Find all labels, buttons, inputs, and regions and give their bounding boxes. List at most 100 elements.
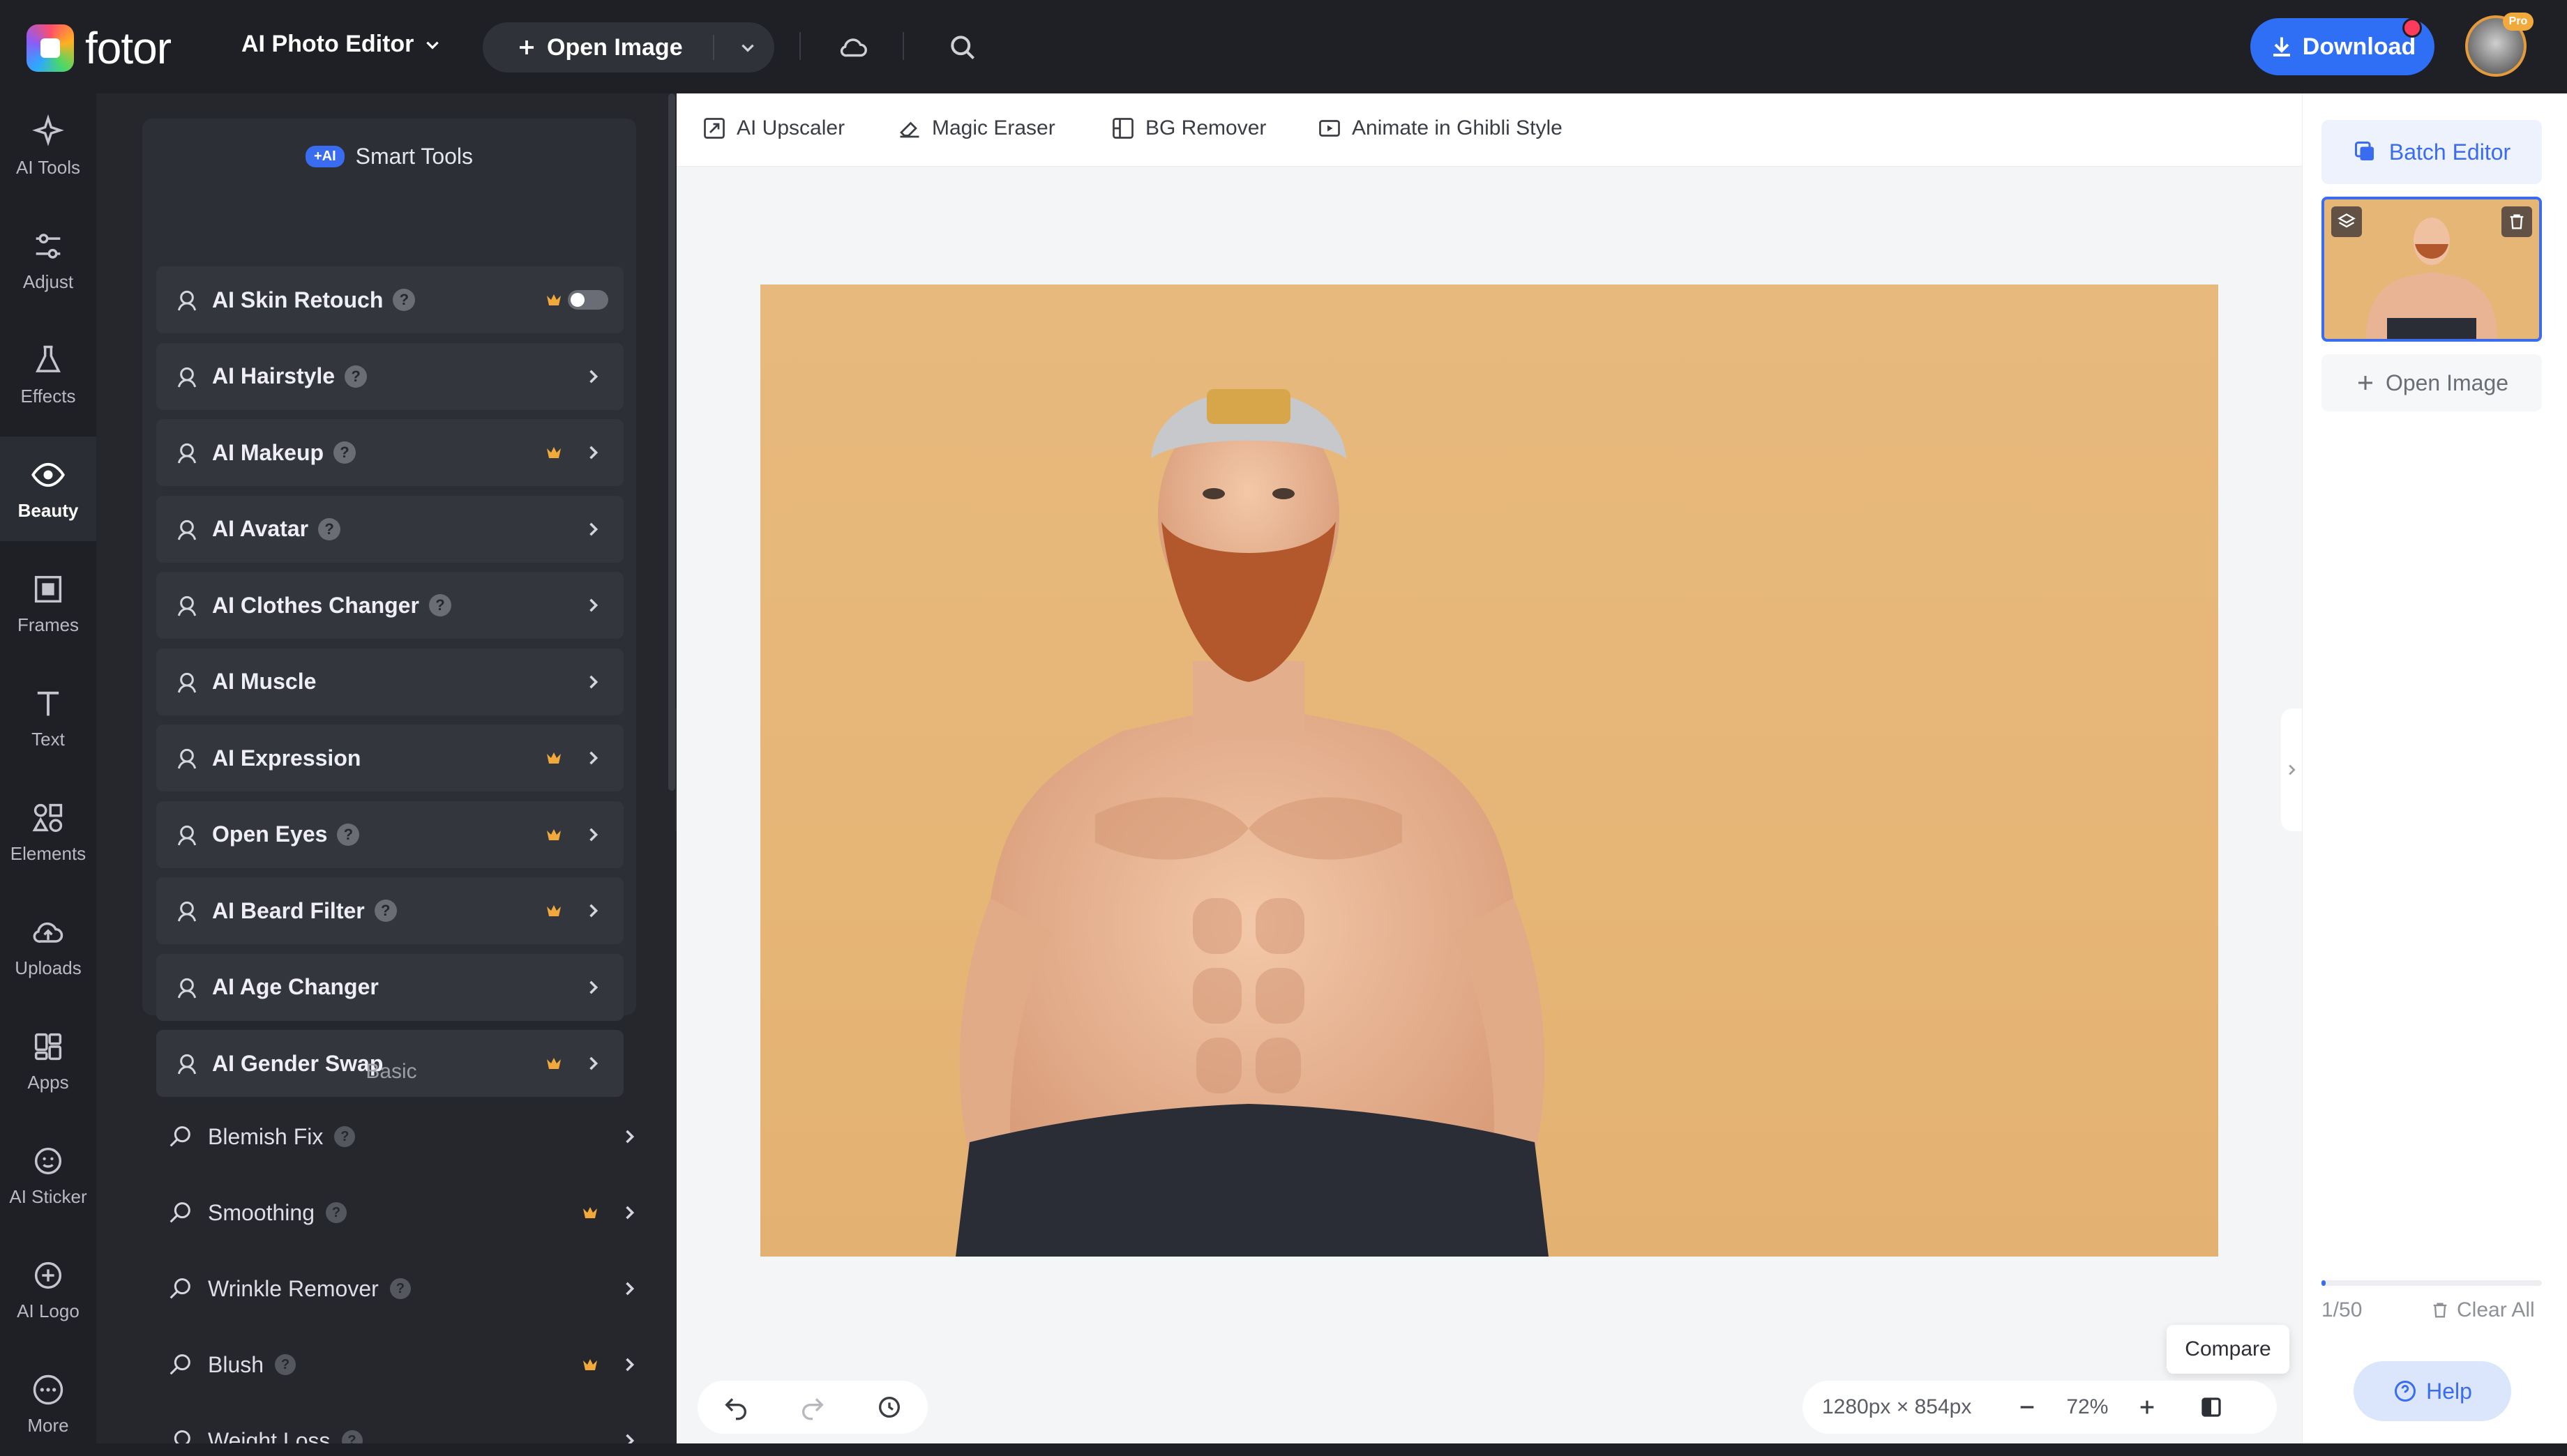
zoom-out-button[interactable] — [2016, 1396, 2038, 1418]
basic-tool-blemish-fix[interactable]: Blemish Fix? — [165, 1103, 639, 1170]
tool-label: AI Skin Retouch — [212, 287, 384, 312]
tool-ai-beard-filter[interactable]: AI Beard Filter? — [156, 877, 624, 944]
basic-tool-smoothing[interactable]: Smoothing? — [165, 1179, 639, 1246]
add-image-button[interactable]: Open Image — [2321, 354, 2542, 411]
rail-item-text[interactable]: Text — [0, 665, 96, 770]
tool-label: AI Makeup — [212, 439, 324, 465]
left-rail: AI Tools Adjust Effects Beauty Frames Text Ele… — [0, 93, 96, 1443]
expand-right-panel-button[interactable] — [2281, 708, 2302, 831]
tool-label: AI Age Changer — [212, 974, 379, 999]
rail-item-label: Uploads — [15, 957, 82, 978]
magic-eraser-button[interactable]: Magic Eraser — [897, 116, 1055, 141]
help-icon[interactable]: ? — [389, 1278, 411, 1299]
basic-tool-weight-loss[interactable]: Weight Loss? — [165, 1407, 639, 1443]
compare-tooltip: Compare — [2167, 1325, 2289, 1374]
brush-icon — [170, 1202, 190, 1223]
text-icon — [37, 691, 59, 715]
basic-tool-blush[interactable]: Blush? — [165, 1331, 639, 1398]
rail-item-label: AI Tools — [15, 156, 80, 178]
help-icon[interactable]: ? — [374, 900, 397, 922]
tool-ai-hairstyle[interactable]: AI Hairstyle? — [156, 342, 624, 410]
layers-button[interactable] — [2331, 206, 2362, 237]
clear-all-button[interactable]: Clear All — [2430, 1298, 2535, 1322]
wrinkle-remover-icon — [165, 1273, 195, 1304]
cloud-icon — [840, 38, 867, 57]
trash-icon — [2510, 214, 2524, 229]
history-controls — [698, 1381, 928, 1434]
batch-editor-button[interactable]: Batch Editor — [2321, 120, 2542, 184]
basic-tool-wrinkle-remover[interactable]: Wrinkle Remover? — [165, 1255, 639, 1322]
chevron-right-icon — [626, 1130, 635, 1144]
zoom-level[interactable]: 72% — [2066, 1395, 2108, 1419]
rail-item-frames[interactable]: Frames — [0, 551, 96, 655]
help-icon[interactable]: ? — [325, 1202, 347, 1223]
premium-crown-icon — [547, 294, 561, 305]
open-image-button[interactable]: Open Image — [483, 34, 725, 61]
tool-ai-age-changer[interactable]: AI Age Changer — [156, 953, 624, 1021]
rail-scrollbar[interactable] — [96, 93, 106, 1443]
help-button[interactable]: Help — [2354, 1361, 2511, 1421]
chevron-right-icon — [589, 446, 599, 460]
magic-eraser-label: Magic Eraser — [932, 116, 1055, 139]
chevron-right-icon — [589, 828, 599, 841]
plus-icon — [2358, 376, 2372, 390]
tool-ai-avatar[interactable]: AI Avatar? — [156, 495, 624, 563]
rail-item-label: More — [27, 1414, 69, 1436]
rail-item-beauty[interactable]: Beauty — [0, 437, 96, 541]
tool-open-eyes[interactable]: Open Eyes? — [156, 801, 624, 868]
rail-item-adjust[interactable]: Adjust — [0, 208, 96, 312]
tool-ai-makeup[interactable]: AI Makeup? — [156, 419, 624, 486]
tool-ai-muscle[interactable]: AI Muscle — [156, 648, 624, 715]
tool-label: Blush — [208, 1351, 264, 1377]
rail-item-effects[interactable]: Effects — [0, 322, 96, 427]
tool-ai-clothes-changer[interactable]: AI Clothes Changer? — [156, 572, 624, 639]
rail-item-label: Adjust — [22, 271, 74, 292]
notification-dot — [2402, 18, 2422, 38]
compare-button[interactable] — [2199, 1395, 2224, 1420]
rail-item-elements[interactable]: Elements — [0, 780, 96, 884]
help-icon[interactable]: ? — [345, 365, 368, 388]
help-icon[interactable]: ? — [341, 1430, 363, 1443]
help-icon[interactable]: ? — [333, 441, 356, 464]
fotor-logo[interactable]: fotor — [27, 22, 172, 74]
panel-scrollbar[interactable] — [668, 93, 675, 791]
ai-upscaler-button[interactable]: AI Upscaler — [702, 116, 845, 141]
ai-upscaler-label: AI Upscaler — [737, 116, 845, 139]
brush-icon — [170, 1126, 190, 1147]
skin-retouch-toggle[interactable] — [568, 290, 608, 310]
image-thumbnail[interactable] — [2321, 197, 2542, 342]
search-button[interactable] — [946, 31, 979, 64]
tool-ai-expression[interactable]: AI Expression — [156, 725, 624, 791]
help-icon[interactable]: ? — [393, 289, 416, 311]
help-icon[interactable]: ? — [275, 1354, 296, 1375]
redo-button[interactable] — [799, 1393, 827, 1421]
help-icon[interactable]: ? — [428, 594, 451, 616]
history-button[interactable] — [875, 1393, 903, 1421]
eye-icon — [31, 462, 65, 487]
cloud-save-button[interactable] — [837, 31, 871, 64]
upscale-icon — [704, 118, 725, 139]
bg-remover-icon — [1113, 118, 1134, 139]
editor-switch-dropdown[interactable]: AI Photo Editor — [241, 31, 442, 58]
rail-item-ai-sticker[interactable]: AI Sticker — [0, 1123, 96, 1227]
bg-remover-button[interactable]: BG Remover — [1111, 116, 1266, 141]
rail-item-ai-logo[interactable]: AI Logo — [0, 1237, 96, 1342]
help-icon[interactable]: ? — [334, 1126, 356, 1147]
tool-ai-skin-retouch[interactable]: AI Skin Retouch? — [156, 266, 624, 333]
undo-button[interactable] — [722, 1393, 750, 1421]
tool-label: AI Beard Filter — [212, 897, 365, 923]
open-image-options-button[interactable] — [735, 35, 760, 60]
download-button[interactable]: Download — [2250, 18, 2434, 75]
edited-photo[interactable] — [760, 285, 2218, 1257]
delete-image-button[interactable] — [2501, 206, 2532, 237]
blush-icon — [165, 1349, 195, 1380]
ghibli-style-button[interactable]: Animate in Ghibli Style — [1317, 116, 1563, 141]
zoom-in-button[interactable] — [2136, 1396, 2158, 1418]
rail-item-ai-tools[interactable]: AI Tools — [0, 93, 96, 198]
help-icon[interactable]: ? — [318, 517, 341, 540]
rail-item-uploads[interactable]: Uploads — [0, 894, 96, 999]
basic-section-title: Basic — [366, 1060, 417, 1083]
help-icon[interactable]: ? — [337, 823, 360, 846]
rail-item-apps[interactable]: Apps — [0, 1008, 96, 1113]
rail-item-more[interactable]: More — [0, 1351, 96, 1456]
